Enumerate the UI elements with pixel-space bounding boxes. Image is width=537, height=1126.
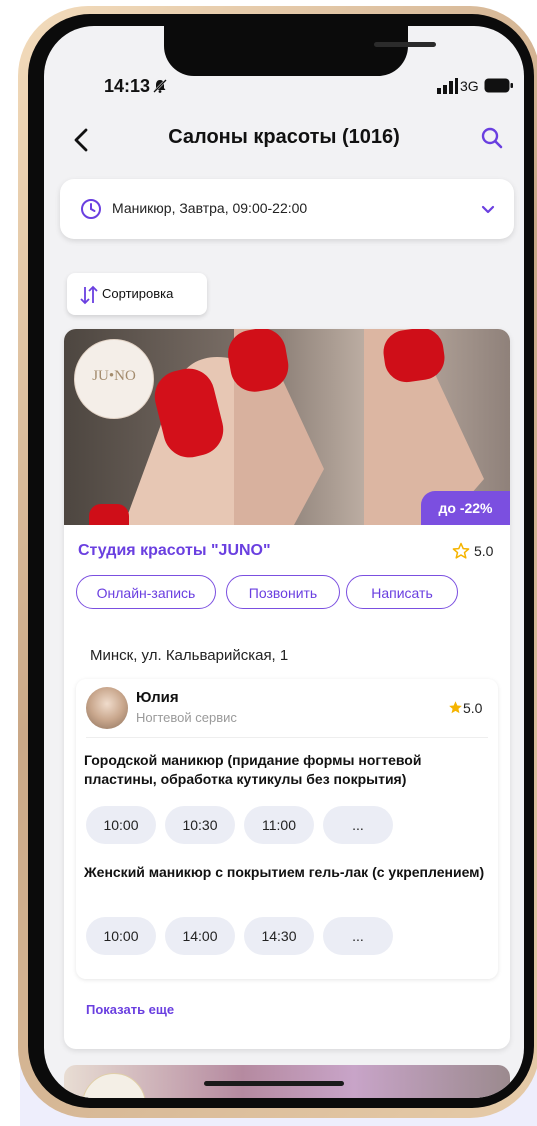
sort-button[interactable]: Сортировка	[67, 273, 207, 315]
time-slot[interactable]: 14:00	[165, 917, 235, 955]
filter-summary: Маникюр, Завтра, 09:00-22:00	[112, 200, 308, 216]
chevron-down-icon	[481, 205, 495, 214]
master-role: Ногтевой сервис	[136, 710, 237, 725]
bell-muted-icon	[153, 79, 167, 93]
star-outline-icon	[452, 542, 470, 559]
page-title: Салоны красоты (1016)	[168, 126, 400, 148]
master-rating-value: 5.0	[463, 700, 483, 716]
status-time: 14:13	[104, 76, 151, 96]
signal-icon	[437, 78, 458, 94]
salon-name[interactable]: Студия красоты "JUNO"	[78, 542, 271, 560]
salon-photo[interactable]: JU•NO до -22%	[64, 329, 510, 544]
home-indicator[interactable]	[204, 1081, 344, 1086]
master-name[interactable]: Юлия	[136, 689, 179, 706]
sort-icon	[80, 285, 98, 305]
clock-icon	[81, 199, 101, 219]
app-screen: 14:13 3G Салоны красоты (1016) Маникюр, …	[44, 26, 524, 1098]
avatar[interactable]	[86, 687, 128, 729]
call-button[interactable]: Позвонить	[226, 575, 340, 609]
salon-rating-value: 5.0	[474, 543, 494, 559]
salon-logo: JU•NO	[74, 339, 154, 419]
star-filled-icon	[449, 701, 462, 714]
network-type: 3G	[460, 78, 479, 94]
salon-address: Минск, ул. Кальварийская, 1	[90, 647, 289, 664]
app-header: Салоны красоты (1016)	[44, 116, 524, 166]
sort-label: Сортировка	[102, 286, 174, 301]
time-slot[interactable]: 10:30	[165, 806, 235, 844]
show-more-link[interactable]: Показать еще	[86, 1002, 174, 1017]
service-title: Городской маникюр (придание формы ногтев…	[84, 752, 422, 787]
search-icon[interactable]	[480, 126, 504, 150]
filter-selector[interactable]: Маникюр, Завтра, 09:00-22:00	[60, 179, 514, 239]
service-title: Женский маникюр с покрытием гель-лак (с …	[84, 864, 485, 880]
divider	[86, 737, 488, 738]
discount-badge: до -22%	[421, 491, 510, 525]
more-slots-button[interactable]: ...	[323, 806, 393, 844]
more-slots-button[interactable]: ...	[323, 917, 393, 955]
battery-icon	[484, 78, 513, 93]
master-rating: 5.0	[448, 699, 496, 717]
message-button[interactable]: Написать	[346, 575, 458, 609]
time-slot[interactable]: 10:00	[86, 806, 156, 844]
time-slot[interactable]: 11:00	[244, 806, 314, 844]
salon-card: JU•NO до -22% Студия красоты "JUNO" 5.0 …	[64, 329, 510, 1049]
time-slot[interactable]: 10:00	[86, 917, 156, 955]
speaker	[374, 42, 436, 47]
salon-logo-text: JU•NO	[92, 368, 136, 384]
salon-rating: 5.0	[452, 541, 508, 561]
next-salon-logo	[82, 1073, 146, 1098]
master-card: Юлия Ногтевой сервис 5.0 Городской маник…	[76, 679, 498, 979]
online-booking-button[interactable]: Онлайн-запись	[76, 575, 216, 609]
notch	[164, 26, 436, 76]
time-slot[interactable]: 14:30	[244, 917, 314, 955]
